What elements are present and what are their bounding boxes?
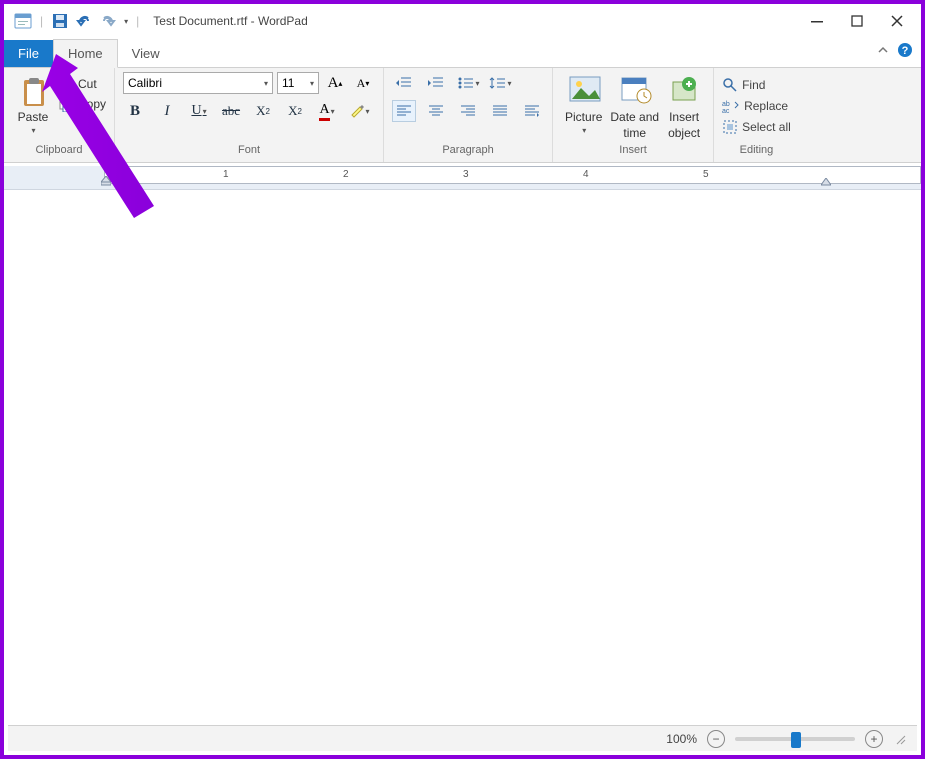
zoom-out-button[interactable]: − <box>707 730 725 748</box>
group-label-font: Font <box>238 142 260 160</box>
increase-indent-icon[interactable] <box>424 72 448 94</box>
ruler-mark: 1 <box>223 169 229 180</box>
bold-icon[interactable]: B <box>123 100 147 122</box>
zoom-label: 100% <box>666 732 697 746</box>
select-all-button[interactable]: Select all <box>722 118 791 136</box>
ruler-area: 1 2 3 4 5 <box>4 166 921 190</box>
title-bar: | ▾ | Test Document.rtf - WordPad <box>4 4 921 38</box>
zoom-in-button[interactable]: + <box>865 730 883 748</box>
bullets-icon[interactable]: ▾ <box>456 72 480 94</box>
ruler-mark: 3 <box>463 169 469 180</box>
group-insert: Picture▾ Date and time Insert object Ins… <box>553 68 714 162</box>
grow-font-icon[interactable]: A▴ <box>323 72 347 94</box>
zoom-thumb[interactable] <box>791 732 801 748</box>
ruler-mark: 5 <box>703 169 709 180</box>
ruler-mark: 2 <box>343 169 349 180</box>
highlight-icon[interactable]: ▾ <box>347 100 371 122</box>
align-left-icon[interactable] <box>392 100 416 122</box>
find-button[interactable]: Find <box>722 76 765 94</box>
collapse-ribbon-icon[interactable] <box>877 44 889 56</box>
group-editing: Find abac Replace Select all Editing <box>714 68 799 162</box>
redo-icon[interactable] <box>99 12 117 30</box>
decrease-indent-icon[interactable] <box>392 72 416 94</box>
shrink-font-icon[interactable]: A▾ <box>351 72 375 94</box>
left-indent-marker[interactable] <box>101 176 111 186</box>
paragraph-dialog-icon[interactable] <box>520 100 544 122</box>
align-right-icon[interactable] <box>456 100 480 122</box>
tab-home[interactable]: Home <box>53 39 118 68</box>
align-center-icon[interactable] <box>424 100 448 122</box>
tab-view[interactable]: View <box>118 40 174 67</box>
maximize-button[interactable] <box>837 6 877 36</box>
font-size-select[interactable]: 11▾ <box>277 72 319 94</box>
font-size-value: 11 <box>282 76 294 90</box>
svg-text:?: ? <box>902 45 909 57</box>
picture-label: Picture <box>565 110 602 124</box>
font-family-select[interactable]: Calibri▾ <box>123 72 273 94</box>
datetime-label-1: Date and <box>610 110 659 124</box>
paste-button[interactable]: Paste ▾ <box>12 72 54 137</box>
datetime-button[interactable]: Date and time <box>606 72 663 142</box>
group-font: Calibri▾ 11▾ A▴ A▾ B I U▾ abc X2 X2 A▾ ▾… <box>115 68 384 162</box>
group-label-clipboard: Clipboard <box>35 142 82 160</box>
copy-button[interactable]: Copy <box>58 96 106 112</box>
close-button[interactable] <box>877 6 917 36</box>
svg-text:ab: ab <box>722 101 730 108</box>
zoom-slider[interactable] <box>735 737 855 741</box>
insert-object-button[interactable]: Insert object <box>663 72 705 142</box>
undo-icon[interactable] <box>75 12 93 30</box>
status-bar: 100% − + <box>8 725 917 751</box>
app-icon <box>14 12 32 30</box>
italic-icon[interactable]: I <box>155 100 179 122</box>
subscript-icon[interactable]: X2 <box>251 100 275 122</box>
underline-icon[interactable]: U▾ <box>187 100 211 122</box>
justify-icon[interactable] <box>488 100 512 122</box>
strikethrough-icon[interactable]: abc <box>219 100 243 122</box>
ruler[interactable]: 1 2 3 4 5 <box>104 166 921 184</box>
ribbon: Paste ▾ Cut Copy Clipboard Calibri▾ <box>4 68 921 163</box>
group-paragraph: ▾ ▾ Paragraph <box>384 68 553 162</box>
cut-label: Cut <box>78 77 97 91</box>
paste-label: Paste <box>18 110 49 124</box>
object-label-1: Insert <box>669 110 699 124</box>
tab-file[interactable]: File <box>4 40 53 67</box>
font-color-icon[interactable]: A▾ <box>315 100 339 122</box>
superscript-icon[interactable]: X2 <box>283 100 307 122</box>
save-icon[interactable] <box>51 12 69 30</box>
group-label-insert: Insert <box>619 142 647 160</box>
window-title: Test Document.rtf - WordPad <box>153 14 308 28</box>
ruler-mark: 4 <box>583 169 589 180</box>
quick-access-toolbar: | ▾ | <box>8 12 147 30</box>
copy-label: Copy <box>78 97 106 111</box>
select-all-label: Select all <box>742 120 791 134</box>
line-spacing-icon[interactable]: ▾ <box>488 72 512 94</box>
find-label: Find <box>742 78 765 92</box>
svg-text:ac: ac <box>722 108 730 113</box>
document-canvas[interactable] <box>4 190 921 695</box>
help-icon[interactable]: ? <box>897 42 913 58</box>
right-indent-marker[interactable] <box>821 178 831 186</box>
font-family-value: Calibri <box>128 76 162 90</box>
separator: | <box>136 14 139 28</box>
first-line-indent-marker[interactable] <box>101 164 111 172</box>
cut-button[interactable]: Cut <box>58 76 106 92</box>
separator: | <box>40 14 43 28</box>
group-clipboard: Paste ▾ Cut Copy Clipboard <box>4 68 115 162</box>
minimize-button[interactable] <box>797 6 837 36</box>
object-label-2: object <box>668 126 700 140</box>
resize-grip-icon[interactable] <box>893 732 907 746</box>
qat-customize-icon[interactable]: ▾ <box>124 17 128 26</box>
replace-label: Replace <box>744 99 788 113</box>
picture-button[interactable]: Picture▾ <box>561 72 606 137</box>
group-label-editing: Editing <box>740 142 774 160</box>
datetime-label-2: time <box>623 126 646 140</box>
replace-button[interactable]: abac Replace <box>722 98 788 114</box>
tab-row: File Home View ? <box>4 38 921 68</box>
group-label-paragraph: Paragraph <box>442 142 493 160</box>
